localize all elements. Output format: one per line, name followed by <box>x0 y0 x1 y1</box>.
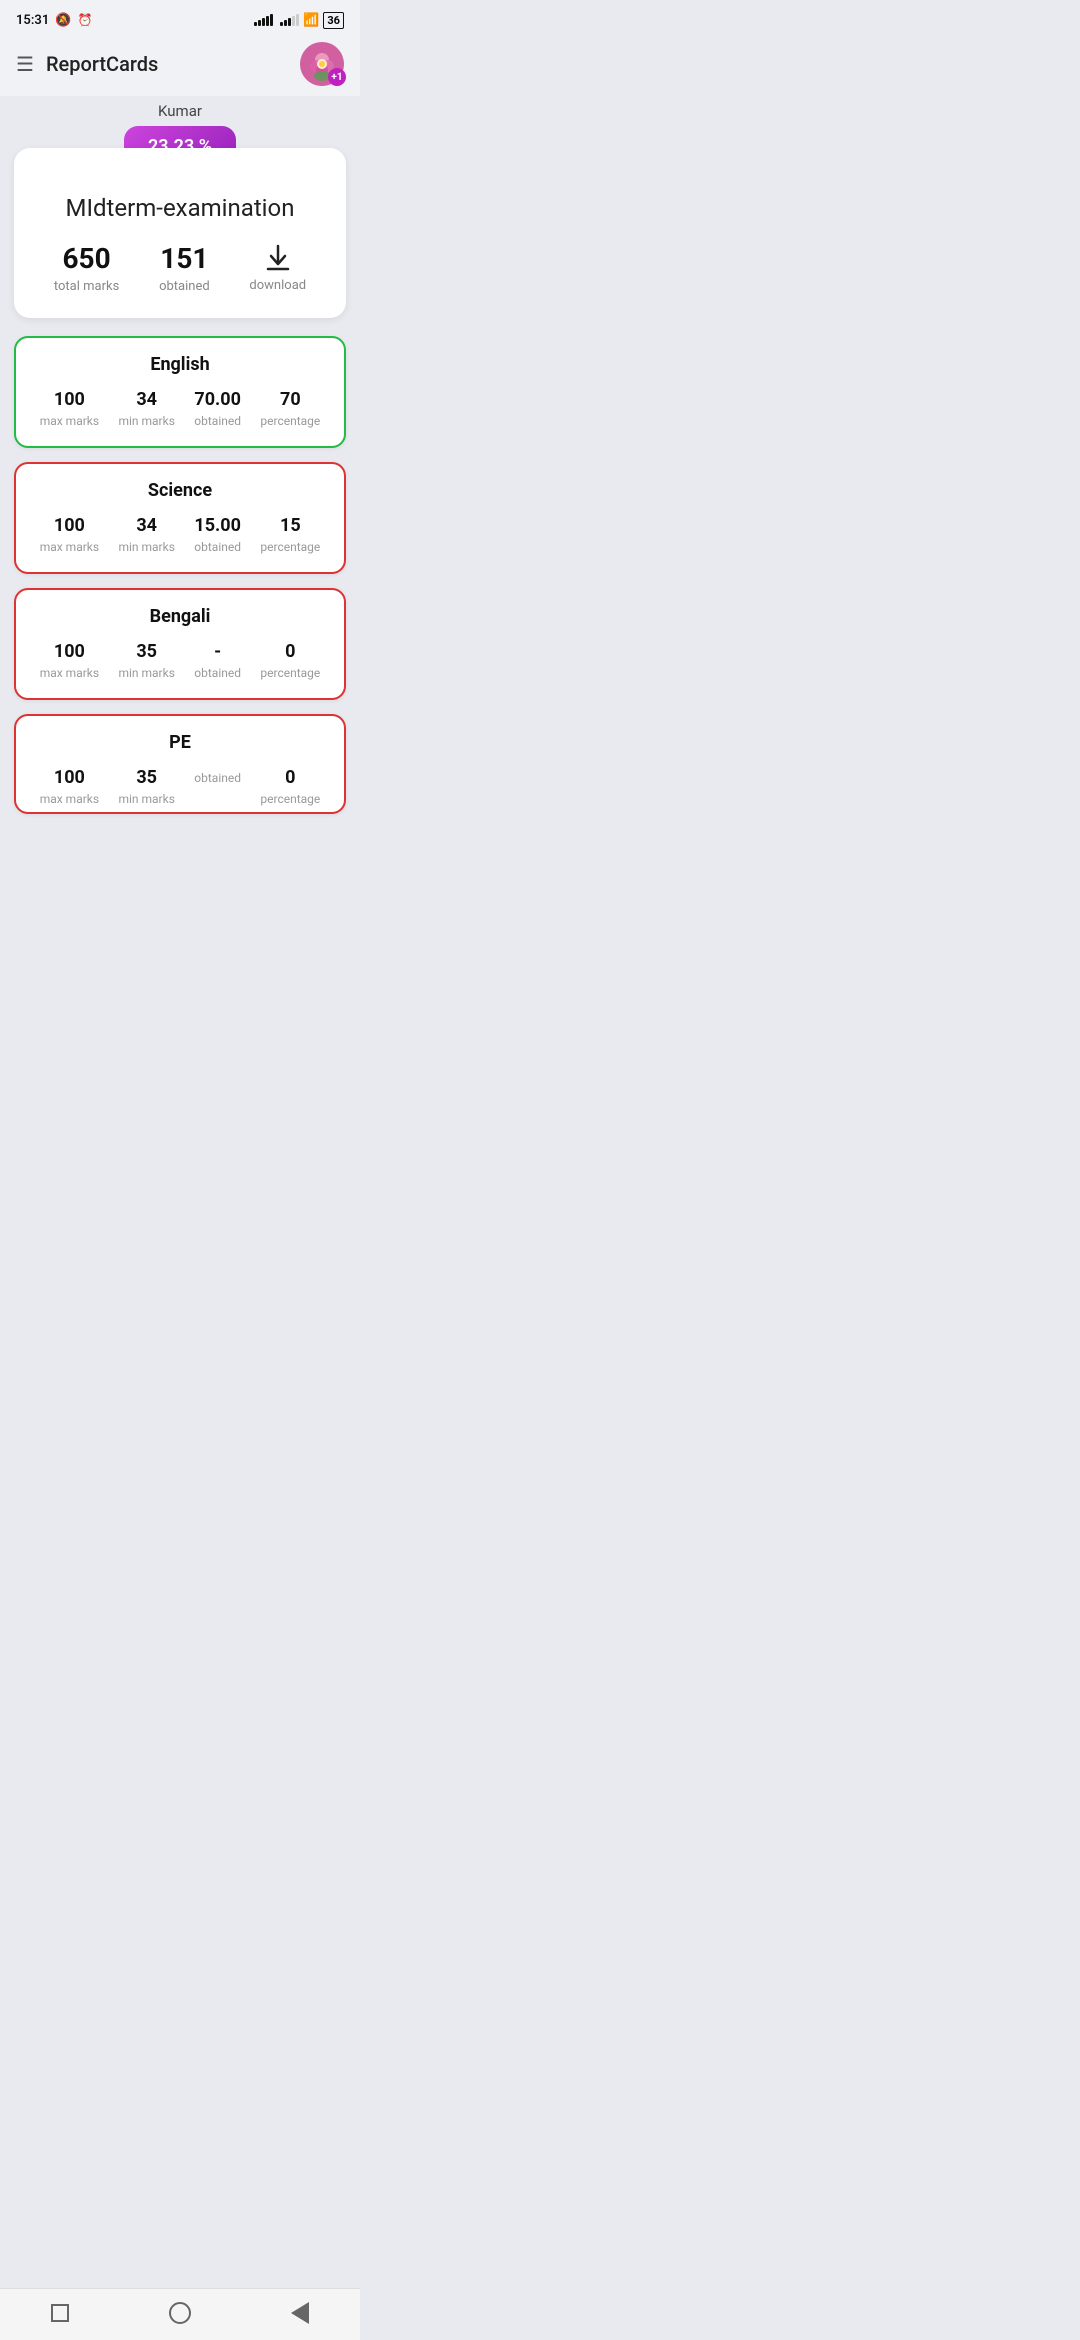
student-name: Kumar <box>14 96 346 120</box>
app-bar-left: ☰ ReportCards <box>16 52 158 76</box>
bengali-min-marks: 35 min marks <box>118 641 174 680</box>
main-content: Kumar 23.23 % MIdterm-examination 650 to… <box>0 96 360 894</box>
subject-card-english: English 100 max marks 34 min marks 70.00… <box>14 336 346 448</box>
nav-home-button[interactable] <box>165 2298 195 2328</box>
subjects-list: English 100 max marks 34 min marks 70.00… <box>14 336 346 814</box>
signal-icon <box>254 14 273 26</box>
pe-percentage: 0 percentage <box>260 767 320 806</box>
pe-obtained: obtained <box>194 767 241 785</box>
stop-icon <box>51 2304 69 2322</box>
subject-card-bengali: Bengali 100 max marks 35 min marks - obt… <box>14 588 346 700</box>
science-max-marks: 100 max marks <box>40 515 99 554</box>
alarm-icon: ⏰ <box>77 13 92 27</box>
english-percentage: 70 percentage <box>260 389 320 428</box>
nav-back-button[interactable] <box>285 2298 315 2328</box>
wifi-icon: 📶 <box>303 13 319 28</box>
avatar-wrapper[interactable]: +1 <box>300 42 344 86</box>
subject-card-pe: PE 100 max marks 35 min marks obtained 0… <box>14 714 346 814</box>
exam-title: MIdterm-examination <box>34 194 326 222</box>
subject-name-bengali: Bengali <box>30 606 330 627</box>
subject-card-science: Science 100 max marks 34 min marks 15.00… <box>14 462 346 574</box>
pe-max-marks: 100 max marks <box>40 767 99 806</box>
subject-name-pe: PE <box>30 732 330 753</box>
subject-stats-pe: 100 max marks 35 min marks obtained 0 pe… <box>30 767 330 806</box>
bengali-percentage: 0 percentage <box>260 641 320 680</box>
home-icon <box>169 2302 191 2324</box>
download-label: download <box>249 278 306 293</box>
total-marks-value: 650 <box>62 242 110 275</box>
avatar-badge: +1 <box>328 68 346 86</box>
summary-card: MIdterm-examination 650 total marks 151 … <box>14 148 346 318</box>
summary-stats: 650 total marks 151 obtained download <box>34 242 326 294</box>
subject-name-science: Science <box>30 480 330 501</box>
nav-stop-button[interactable] <box>45 2298 75 2328</box>
status-bar: 15:31 🔕 ⏰ 📶 36 <box>0 0 360 36</box>
app-title: ReportCards <box>46 52 158 76</box>
total-marks-label: total marks <box>54 279 119 294</box>
science-obtained: 15.00 obtained <box>194 515 241 554</box>
menu-icon[interactable]: ☰ <box>16 52 34 76</box>
download-icon <box>262 242 294 274</box>
bottom-nav <box>0 2288 360 2340</box>
status-time: 15:31 🔕 ⏰ <box>16 13 92 28</box>
science-min-marks: 34 min marks <box>118 515 174 554</box>
signal-icon-2 <box>280 14 299 26</box>
battery-icon: 36 <box>323 12 344 29</box>
total-marks-stat: 650 total marks <box>54 242 119 294</box>
english-obtained: 70.00 obtained <box>194 389 241 428</box>
mute-icon: 🔕 <box>55 13 71 28</box>
obtained-label: obtained <box>159 279 210 294</box>
app-bar: ☰ ReportCards +1 <box>0 36 360 96</box>
obtained-stat: 151 obtained <box>159 242 210 294</box>
pe-min-marks: 35 min marks <box>118 767 174 806</box>
status-icons: 📶 36 <box>254 12 344 29</box>
science-percentage: 15 percentage <box>260 515 320 554</box>
bengali-max-marks: 100 max marks <box>40 641 99 680</box>
subject-name-english: English <box>30 354 330 375</box>
back-icon <box>291 2302 309 2324</box>
subject-stats-english: 100 max marks 34 min marks 70.00 obtaine… <box>30 389 330 428</box>
subject-stats-science: 100 max marks 34 min marks 15.00 obtaine… <box>30 515 330 554</box>
english-min-marks: 34 min marks <box>118 389 174 428</box>
obtained-value: 151 <box>160 242 208 275</box>
download-button[interactable]: download <box>249 242 306 293</box>
english-max-marks: 100 max marks <box>40 389 99 428</box>
bengali-obtained: - obtained <box>194 641 241 680</box>
subject-stats-bengali: 100 max marks 35 min marks - obtained 0 … <box>30 641 330 680</box>
